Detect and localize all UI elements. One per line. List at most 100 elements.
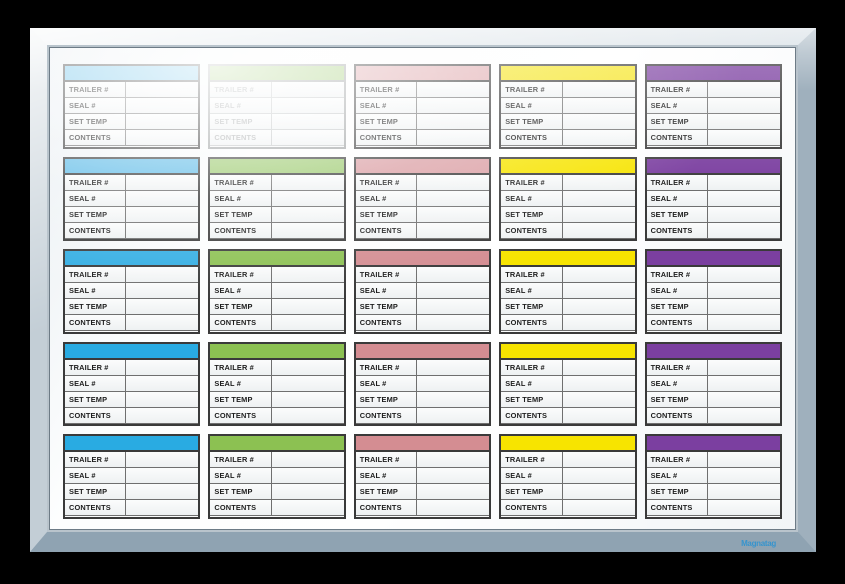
trailer-card[interactable]: TRAILER # SEAL # SET TEMP CONTENTS — [208, 434, 346, 519]
field-value-set-temp[interactable] — [417, 299, 489, 314]
field-value-set-temp[interactable] — [272, 114, 344, 129]
field-value-trailer-no[interactable] — [563, 175, 635, 190]
field-value-set-temp[interactable] — [272, 299, 344, 314]
field-value-contents[interactable] — [563, 130, 635, 145]
field-value-contents[interactable] — [126, 408, 198, 423]
field-value-set-temp[interactable] — [417, 114, 489, 129]
trailer-card[interactable]: TRAILER # SEAL # SET TEMP CONTENTS — [63, 249, 201, 334]
field-value-set-temp[interactable] — [417, 484, 489, 499]
field-value-set-temp[interactable] — [272, 207, 344, 222]
trailer-card[interactable]: TRAILER # SEAL # SET TEMP CONTENTS — [353, 434, 492, 519]
field-value-trailer-no[interactable] — [708, 360, 780, 375]
field-value-contents[interactable] — [563, 223, 635, 238]
field-value-seal-no[interactable] — [708, 468, 780, 483]
field-value-trailer-no[interactable] — [272, 175, 344, 190]
trailer-card[interactable]: TRAILER # SEAL # SET TEMP CONTENTS — [208, 64, 346, 149]
field-value-trailer-no[interactable] — [126, 175, 198, 190]
field-value-seal-no[interactable] — [708, 191, 780, 206]
field-value-set-temp[interactable] — [126, 207, 198, 222]
field-value-set-temp[interactable] — [417, 392, 489, 407]
field-value-set-temp[interactable] — [563, 484, 635, 499]
field-value-trailer-no[interactable] — [708, 175, 780, 190]
trailer-card[interactable]: TRAILER # SEAL # SET TEMP CONTENTS — [63, 341, 201, 427]
field-value-contents[interactable] — [272, 315, 344, 330]
field-value-seal-no[interactable] — [126, 191, 198, 206]
trailer-card[interactable]: TRAILER # SEAL # SET TEMP CONTENTS — [208, 249, 346, 334]
field-value-seal-no[interactable] — [563, 376, 635, 391]
trailer-card[interactable]: TRAILER # SEAL # SET TEMP CONTENTS — [499, 249, 637, 334]
field-value-trailer-no[interactable] — [126, 452, 198, 467]
field-value-seal-no[interactable] — [708, 98, 780, 113]
field-value-contents[interactable] — [708, 130, 780, 145]
trailer-card[interactable]: TRAILER # SEAL # SET TEMP CONTENTS — [208, 156, 346, 242]
field-value-seal-no[interactable] — [563, 468, 635, 483]
field-value-seal-no[interactable] — [272, 98, 344, 113]
field-value-seal-no[interactable] — [272, 468, 344, 483]
field-value-trailer-no[interactable] — [563, 360, 635, 375]
field-value-contents[interactable] — [708, 223, 780, 238]
field-value-seal-no[interactable] — [126, 376, 198, 391]
field-value-contents[interactable] — [126, 500, 198, 515]
field-value-set-temp[interactable] — [708, 299, 780, 314]
field-value-trailer-no[interactable] — [417, 175, 489, 190]
field-value-seal-no[interactable] — [563, 98, 635, 113]
trailer-card[interactable]: TRAILER # SEAL # SET TEMP CONTENTS — [644, 156, 782, 242]
field-value-trailer-no[interactable] — [417, 452, 489, 467]
trailer-card[interactable]: TRAILER # SEAL # SET TEMP CONTENTS — [353, 156, 492, 242]
field-value-trailer-no[interactable] — [126, 267, 198, 282]
field-value-seal-no[interactable] — [126, 283, 198, 298]
field-value-trailer-no[interactable] — [417, 82, 489, 97]
field-value-seal-no[interactable] — [417, 376, 489, 391]
trailer-card[interactable]: TRAILER # SEAL # SET TEMP CONTENTS — [499, 434, 637, 519]
field-value-seal-no[interactable] — [563, 283, 635, 298]
field-value-seal-no[interactable] — [272, 191, 344, 206]
field-value-contents[interactable] — [272, 500, 344, 515]
field-value-trailer-no[interactable] — [708, 452, 780, 467]
trailer-card[interactable]: TRAILER # SEAL # SET TEMP CONTENTS — [499, 156, 637, 242]
field-value-contents[interactable] — [708, 500, 780, 515]
field-value-seal-no[interactable] — [563, 191, 635, 206]
trailer-card[interactable]: TRAILER # SEAL # SET TEMP CONTENTS — [644, 434, 782, 519]
field-value-contents[interactable] — [417, 408, 489, 423]
field-value-trailer-no[interactable] — [563, 452, 635, 467]
field-value-set-temp[interactable] — [272, 392, 344, 407]
field-value-seal-no[interactable] — [417, 468, 489, 483]
field-value-trailer-no[interactable] — [417, 360, 489, 375]
field-value-contents[interactable] — [563, 500, 635, 515]
field-value-contents[interactable] — [126, 130, 198, 145]
field-value-trailer-no[interactable] — [708, 267, 780, 282]
field-value-set-temp[interactable] — [126, 114, 198, 129]
field-value-contents[interactable] — [272, 408, 344, 423]
field-value-contents[interactable] — [417, 130, 489, 145]
field-value-trailer-no[interactable] — [272, 82, 344, 97]
field-value-contents[interactable] — [126, 315, 198, 330]
field-value-contents[interactable] — [563, 408, 635, 423]
field-value-trailer-no[interactable] — [563, 267, 635, 282]
trailer-card[interactable]: TRAILER # SEAL # SET TEMP CONTENTS — [63, 156, 201, 242]
field-value-set-temp[interactable] — [563, 392, 635, 407]
field-value-set-temp[interactable] — [563, 299, 635, 314]
field-value-contents[interactable] — [126, 223, 198, 238]
field-value-trailer-no[interactable] — [417, 267, 489, 282]
field-value-seal-no[interactable] — [417, 283, 489, 298]
trailer-card[interactable]: TRAILER # SEAL # SET TEMP CONTENTS — [499, 341, 637, 427]
field-value-seal-no[interactable] — [126, 468, 198, 483]
field-value-set-temp[interactable] — [708, 392, 780, 407]
field-value-set-temp[interactable] — [708, 114, 780, 129]
field-value-trailer-no[interactable] — [126, 82, 198, 97]
field-value-set-temp[interactable] — [417, 207, 489, 222]
trailer-card[interactable]: TRAILER # SEAL # SET TEMP CONTENTS — [644, 64, 782, 149]
trailer-card[interactable]: TRAILER # SEAL # SET TEMP CONTENTS — [353, 249, 492, 334]
field-value-trailer-no[interactable] — [272, 360, 344, 375]
trailer-card[interactable]: TRAILER # SEAL # SET TEMP CONTENTS — [353, 341, 492, 427]
trailer-card[interactable]: TRAILER # SEAL # SET TEMP CONTENTS — [353, 64, 492, 149]
field-value-set-temp[interactable] — [272, 484, 344, 499]
field-value-trailer-no[interactable] — [563, 82, 635, 97]
field-value-seal-no[interactable] — [708, 283, 780, 298]
field-value-trailer-no[interactable] — [272, 452, 344, 467]
field-value-seal-no[interactable] — [417, 98, 489, 113]
trailer-card[interactable]: TRAILER # SEAL # SET TEMP CONTENTS — [63, 434, 201, 519]
field-value-seal-no[interactable] — [126, 98, 198, 113]
field-value-set-temp[interactable] — [563, 114, 635, 129]
field-value-set-temp[interactable] — [126, 484, 198, 499]
